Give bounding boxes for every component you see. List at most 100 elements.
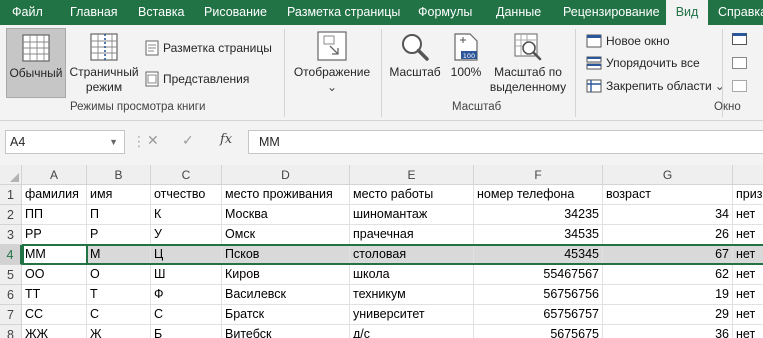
freeze-panes-button[interactable]: Закрепить области ⌄	[586, 76, 725, 96]
name-box-dropdown-icon[interactable]: ▼	[109, 131, 118, 153]
column-header-f[interactable]: F	[474, 165, 603, 185]
zoom-button[interactable]: Масштаб	[386, 32, 444, 80]
cell-H4[interactable]: нет	[733, 245, 763, 265]
cell-C4[interactable]: Ц	[151, 245, 222, 265]
cell-G8[interactable]: 36	[603, 325, 733, 338]
cell-H3[interactable]: нет	[733, 225, 763, 245]
row-header-7[interactable]: 7	[0, 305, 22, 325]
cell-G7[interactable]: 29	[603, 305, 733, 325]
row-header-3[interactable]: 3	[0, 225, 22, 245]
cell-A6[interactable]: ТТ	[22, 285, 87, 305]
cell-H7[interactable]: нет	[733, 305, 763, 325]
cell-D4[interactable]: Псков	[222, 245, 350, 265]
cell-C1[interactable]: отчество	[151, 185, 222, 205]
cell-A2[interactable]: ПП	[22, 205, 87, 225]
cell-G4[interactable]: 67	[603, 245, 733, 265]
cell-C2[interactable]: К	[151, 205, 222, 225]
tab-draw[interactable]: Рисование	[204, 0, 267, 25]
unhide-icon[interactable]	[732, 80, 747, 92]
row-header-1[interactable]: 1	[0, 185, 22, 205]
cell-D2[interactable]: Москва	[222, 205, 350, 225]
formula-input[interactable]: ММ	[248, 130, 763, 154]
row-header-6[interactable]: 6	[0, 285, 22, 305]
cell-B3[interactable]: Р	[87, 225, 151, 245]
column-header-e[interactable]: E	[350, 165, 474, 185]
cell-G6[interactable]: 19	[603, 285, 733, 305]
cell-H8[interactable]: нет	[733, 325, 763, 338]
cancel-icon[interactable]: ✕	[147, 132, 159, 149]
tab-help[interactable]: Справка	[718, 0, 763, 25]
arrange-all-button[interactable]: Упорядочить все	[586, 53, 700, 73]
cell-F7[interactable]: 65756757	[474, 305, 603, 325]
cell-F6[interactable]: 56756756	[474, 285, 603, 305]
insert-function-icon[interactable]: fx	[220, 132, 232, 147]
cell-A4[interactable]: ММ	[22, 245, 87, 265]
cell-A8[interactable]: ЖЖ	[22, 325, 87, 338]
cell-C7[interactable]: С	[151, 305, 222, 325]
cell-E6[interactable]: техникум	[350, 285, 474, 305]
cell-C3[interactable]: У	[151, 225, 222, 245]
cell-F5[interactable]: 55467567	[474, 265, 603, 285]
cell-C5[interactable]: Ш	[151, 265, 222, 285]
enter-icon[interactable]: ✓	[182, 132, 194, 149]
custom-views-button[interactable]: Представления	[145, 69, 249, 89]
hide-icon[interactable]	[732, 57, 747, 69]
cell-E8[interactable]: д/с	[350, 325, 474, 338]
cell-G1[interactable]: возраст	[603, 185, 733, 205]
formula-bar-grip-icon[interactable]: ⋮	[132, 133, 146, 150]
row-header-2[interactable]: 2	[0, 205, 22, 225]
split-icon[interactable]	[732, 33, 747, 45]
cell-D1[interactable]: место проживания	[222, 185, 350, 205]
page-layout-view-button[interactable]: Разметка страницы	[145, 38, 272, 58]
row-header-5[interactable]: 5	[0, 265, 22, 285]
cell-F3[interactable]: 34535	[474, 225, 603, 245]
column-header-d[interactable]: D	[222, 165, 350, 185]
tab-formulas[interactable]: Формулы	[418, 0, 472, 25]
cell-D6[interactable]: Василевск	[222, 285, 350, 305]
cell-H1[interactable]: приз	[733, 185, 763, 205]
cell-B6[interactable]: Т	[87, 285, 151, 305]
new-window-button[interactable]: Новое окно	[586, 31, 670, 51]
tab-page-layout[interactable]: Разметка страницы	[287, 0, 400, 25]
row-header-4[interactable]: 4	[0, 245, 22, 265]
cell-B7[interactable]: С	[87, 305, 151, 325]
cell-H5[interactable]: нет	[733, 265, 763, 285]
cell-E7[interactable]: университет	[350, 305, 474, 325]
cell-A7[interactable]: СС	[22, 305, 87, 325]
cell-E5[interactable]: школа	[350, 265, 474, 285]
cell-D5[interactable]: Киров	[222, 265, 350, 285]
tab-home[interactable]: Главная	[70, 0, 118, 25]
cell-G2[interactable]: 34	[603, 205, 733, 225]
cell-B5[interactable]: О	[87, 265, 151, 285]
column-header-a[interactable]: A	[22, 165, 87, 185]
tab-view[interactable]: Вид	[666, 0, 708, 25]
column-header-b[interactable]: B	[87, 165, 151, 185]
zoom-to-selection-button[interactable]: Масштаб по выделенному	[488, 32, 568, 95]
cell-E3[interactable]: прачечная	[350, 225, 474, 245]
show-button[interactable]: Отображение ⌄	[290, 30, 374, 95]
normal-view-button[interactable]: Обычный	[6, 28, 66, 98]
cell-F1[interactable]: номер телефона	[474, 185, 603, 205]
cell-B4[interactable]: М	[87, 245, 151, 265]
page-break-view-button[interactable]: Страничный режим	[68, 32, 140, 95]
cell-F2[interactable]: 34235	[474, 205, 603, 225]
column-header-g[interactable]: G	[603, 165, 733, 185]
cell-B2[interactable]: П	[87, 205, 151, 225]
cell-H2[interactable]: нет	[733, 205, 763, 225]
cell-G5[interactable]: 62	[603, 265, 733, 285]
cell-C8[interactable]: Б	[151, 325, 222, 338]
tab-insert[interactable]: Вставка	[138, 0, 184, 25]
row-header-8[interactable]: 8	[0, 325, 22, 338]
cell-B1[interactable]: имя	[87, 185, 151, 205]
cell-D7[interactable]: Братск	[222, 305, 350, 325]
cell-A5[interactable]: ОО	[22, 265, 87, 285]
tab-data[interactable]: Данные	[496, 0, 541, 25]
cell-H6[interactable]: нет	[733, 285, 763, 305]
cell-G3[interactable]: 26	[603, 225, 733, 245]
zoom-100-button[interactable]: 100 100%	[448, 32, 484, 80]
column-header-c[interactable]: C	[151, 165, 222, 185]
select-all-button[interactable]	[0, 165, 22, 185]
cell-F4[interactable]: 45345	[474, 245, 603, 265]
cell-A3[interactable]: РР	[22, 225, 87, 245]
tab-review[interactable]: Рецензирование	[563, 0, 660, 25]
